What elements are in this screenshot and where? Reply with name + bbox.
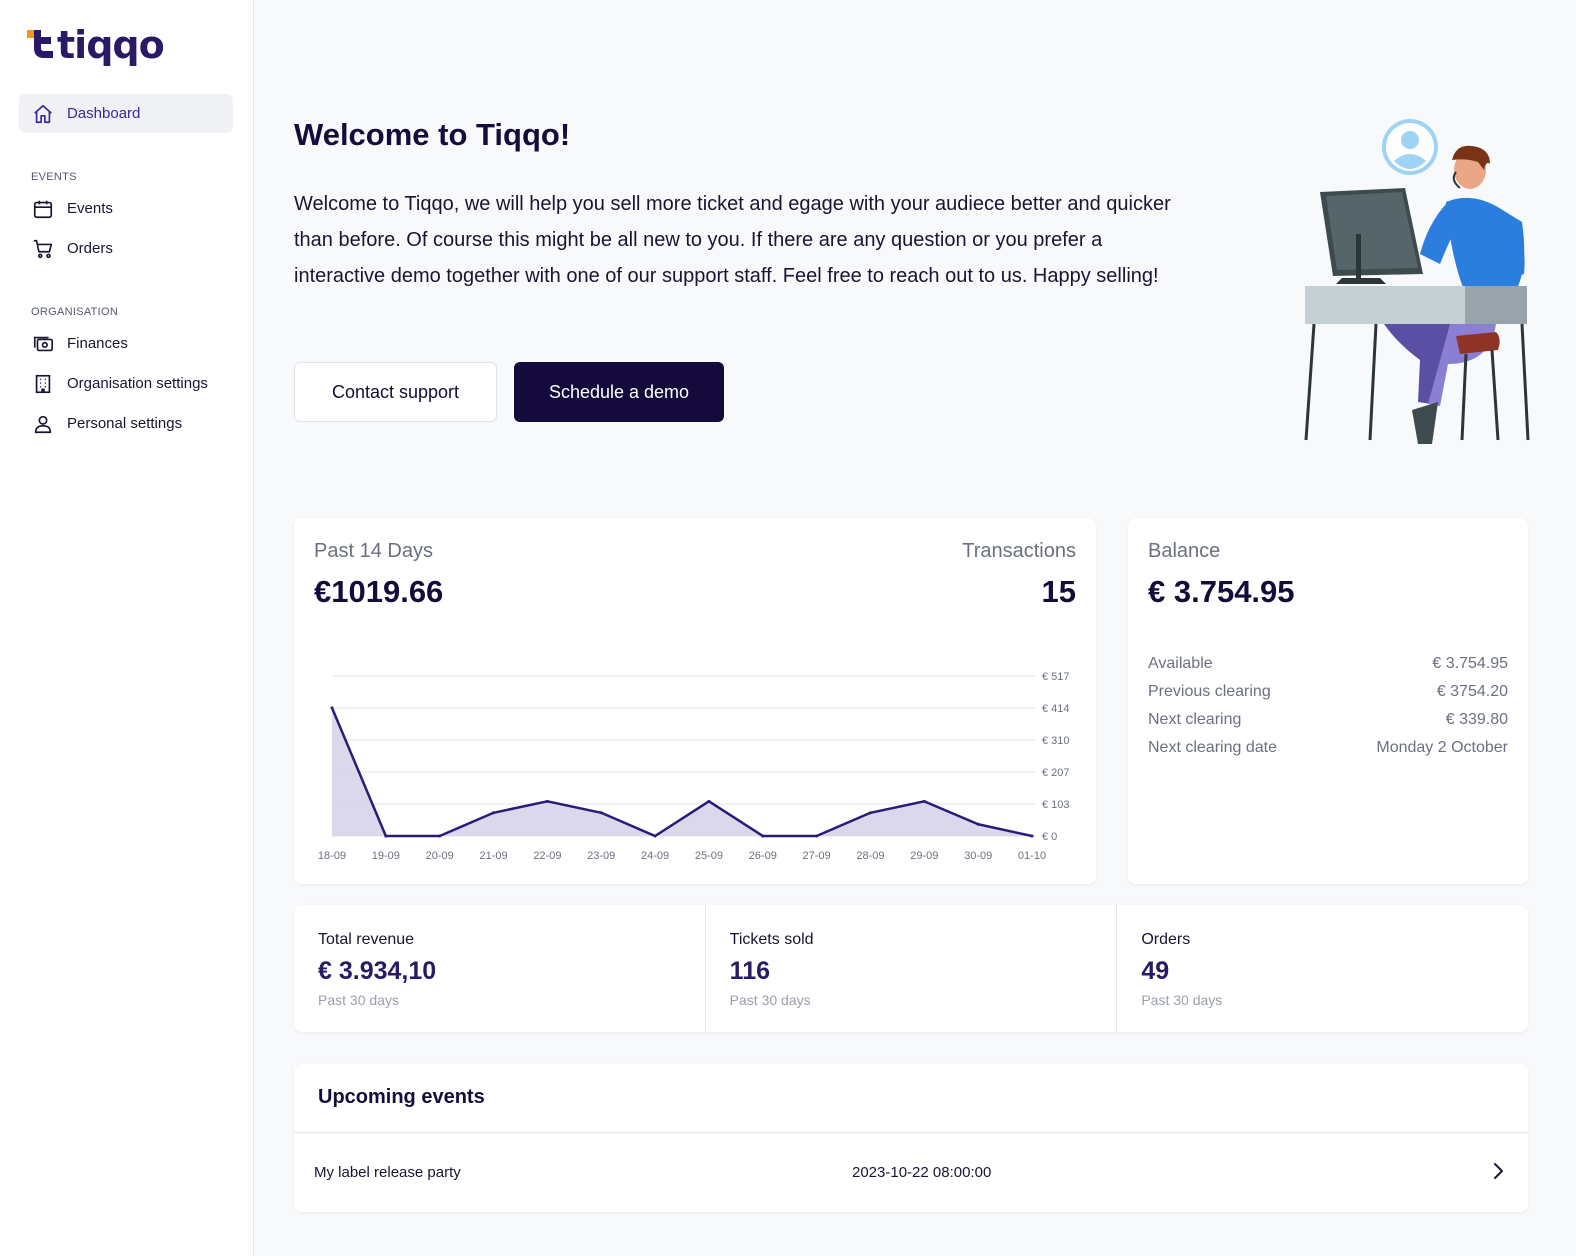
revenue-area-chart: € 0 € 103 € 207 € 310 € 414 € 517 18-09 19-09 20… xyxy=(318,671,1070,862)
sidebar-item-organisation-settings[interactable]: Organisation settings xyxy=(19,364,233,403)
sidebar-item-label: Finances xyxy=(67,335,128,352)
x-tick-label: 25-09 xyxy=(695,850,723,862)
balance-value: € 3.754.95 xyxy=(1148,574,1295,609)
x-tick-label: 26-09 xyxy=(749,850,777,862)
tiqqo-logo-mark-icon xyxy=(27,30,53,58)
stat-label: Tickets sold xyxy=(729,931,814,948)
data-point xyxy=(545,799,549,803)
stat-label: Total revenue xyxy=(318,931,415,948)
data-point xyxy=(384,834,388,838)
x-tick-label: 19-09 xyxy=(372,850,400,862)
balance-row-next-clearing: Next clearing € 339.80 xyxy=(1148,711,1508,729)
sidebar: tiqqo Dashboard EVENTS Events Orders ORG… xyxy=(0,0,254,1256)
x-tick-label: 18-09 xyxy=(318,850,346,862)
sidebar-item-label: Personal settings xyxy=(67,415,183,432)
y-tick-label: € 414 xyxy=(1042,703,1070,715)
data-point xyxy=(815,834,819,838)
stat-period: Past 30 days xyxy=(1141,992,1223,1008)
y-tick-label: € 517 xyxy=(1042,671,1070,683)
contact-support-button[interactable]: Contact support xyxy=(294,362,497,422)
tiqqo-logo[interactable]: tiqqo xyxy=(27,23,165,67)
balance-row-value: € 3754.20 xyxy=(1436,683,1508,700)
balance-title: Balance xyxy=(1148,540,1221,562)
y-tick-label: € 0 xyxy=(1042,831,1057,843)
data-point xyxy=(922,799,926,803)
balance-row-previous-clearing: Previous clearing € 3754.20 xyxy=(1148,683,1508,701)
sidebar-item-events[interactable]: Events xyxy=(19,189,233,228)
logo-wordmark: tiqqo xyxy=(57,23,165,67)
stat-value: 49 xyxy=(1141,957,1170,985)
section-heading-events: EVENTS xyxy=(31,171,77,183)
balance-row-label: Available xyxy=(1148,655,1213,672)
data-point xyxy=(976,822,980,826)
x-tick-label: 30-09 xyxy=(964,850,992,862)
building-icon xyxy=(32,373,54,395)
event-name: My label release party xyxy=(314,1164,461,1181)
balance-card: Balance € 3.754.95 Available € 3.754.95 … xyxy=(1128,518,1528,884)
stat-value: 116 xyxy=(729,957,771,985)
x-tick-label: 22-09 xyxy=(533,850,561,862)
balance-row-label: Next clearing date xyxy=(1148,739,1277,756)
section-heading-organisation: ORGANISATION xyxy=(31,306,119,318)
data-point xyxy=(492,811,496,815)
x-tick-label: 01-10 xyxy=(1018,850,1046,862)
balance-row-value: Monday 2 October xyxy=(1376,739,1508,756)
shopping-cart-icon xyxy=(32,238,54,260)
upcoming-events-title: Upcoming events xyxy=(318,1086,485,1108)
support-agent-illustration xyxy=(1304,119,1530,444)
revenue-chart-card: Past 14 Days €1019.66 Transactions 15 € … xyxy=(294,518,1096,884)
data-point xyxy=(438,834,442,838)
data-point xyxy=(599,811,603,815)
balance-row-label: Previous clearing xyxy=(1148,683,1271,700)
data-point xyxy=(1030,834,1034,838)
x-tick-label: 28-09 xyxy=(856,850,884,862)
balance-row-available: Available € 3.754.95 xyxy=(1148,655,1508,673)
sidebar-item-label: Organisation settings xyxy=(67,375,208,392)
data-point xyxy=(707,799,711,803)
sidebar-item-label: Dashboard xyxy=(67,105,141,122)
home-icon xyxy=(32,103,54,125)
stat-tickets-sold: Tickets sold 116 Past 30 days xyxy=(706,905,1118,1032)
user-icon xyxy=(32,413,54,435)
y-tick-label: € 207 xyxy=(1042,767,1070,779)
calendar-icon xyxy=(32,198,54,220)
balance-row-next-clearing-date: Next clearing date Monday 2 October xyxy=(1148,739,1508,757)
welcome-text: Welcome to Tiqqo, we will help you sell … xyxy=(294,193,1171,287)
x-tick-label: 21-09 xyxy=(479,850,507,862)
balance-row-value: € 339.80 xyxy=(1445,711,1508,728)
event-date: 2023-10-22 08:00:00 xyxy=(852,1164,992,1181)
upcoming-events-card: Upcoming events My label release party 2… xyxy=(294,1064,1528,1212)
y-tick-label: € 103 xyxy=(1042,799,1070,811)
stat-value: € 3.934,10 xyxy=(318,957,437,985)
sidebar-item-label: Events xyxy=(67,200,113,217)
sidebar-item-finances[interactable]: Finances xyxy=(19,324,233,363)
stat-period: Past 30 days xyxy=(318,992,399,1008)
sidebar-item-personal-settings[interactable]: Personal settings xyxy=(19,404,233,443)
stat-orders: Orders 49 Past 30 days xyxy=(1117,905,1528,1032)
data-point xyxy=(653,834,657,838)
x-tick-label: 20-09 xyxy=(426,850,454,862)
sidebar-item-dashboard[interactable]: Dashboard xyxy=(19,94,233,133)
page-title: Welcome to Tiqqo! xyxy=(294,117,571,152)
sidebar-item-label: Orders xyxy=(67,240,113,257)
sidebar-item-orders[interactable]: Orders xyxy=(19,229,233,268)
chevron-right-icon xyxy=(1494,1163,1503,1179)
x-tick-label: 24-09 xyxy=(641,850,669,862)
data-point xyxy=(761,834,765,838)
x-tick-label: 23-09 xyxy=(587,850,615,862)
data-point xyxy=(330,706,334,710)
y-tick-label: € 310 xyxy=(1042,735,1070,747)
stat-label: Orders xyxy=(1141,931,1191,948)
balance-row-value: € 3.754.95 xyxy=(1432,655,1508,672)
x-tick-label: 27-09 xyxy=(803,850,831,862)
data-point xyxy=(868,811,872,815)
cash-icon xyxy=(32,333,54,355)
stat-total-revenue: Total revenue € 3.934,10 Past 30 days xyxy=(294,905,706,1032)
stat-period: Past 30 days xyxy=(729,992,811,1008)
schedule-demo-button[interactable]: Schedule a demo xyxy=(514,362,724,422)
balance-row-label: Next clearing xyxy=(1148,711,1242,728)
event-row[interactable]: My label release party 2023-10-22 08:00:… xyxy=(294,1133,1528,1212)
x-tick-label: 29-09 xyxy=(910,850,938,862)
stats-strip: Total revenue € 3.934,10 Past 30 days Ti… xyxy=(294,905,1528,1032)
